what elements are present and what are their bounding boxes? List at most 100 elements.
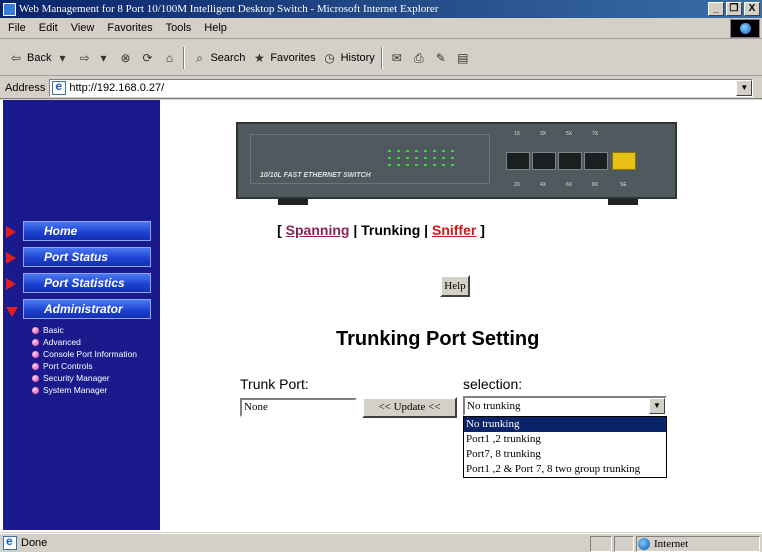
help-button[interactable]: Help (440, 275, 470, 297)
menu-favorites[interactable]: Favorites (107, 22, 152, 34)
page-icon (3, 534, 17, 550)
status-led (397, 164, 400, 166)
window-title: Web Management for 8 Port 10/100M Intell… (19, 3, 439, 15)
port-label: 7X (592, 131, 599, 137)
selection-select[interactable]: No trunking ▼ (463, 396, 667, 416)
favorites-button[interactable]: ★ Favorites (251, 50, 316, 66)
menu-help[interactable]: Help (204, 22, 227, 34)
forward-button[interactable]: ⇨ ▾ (76, 50, 111, 66)
tab-sniffer[interactable]: Sniffer (432, 222, 476, 238)
sidebar-sub-security-manager[interactable]: Security Manager (32, 372, 110, 384)
status-led (442, 150, 445, 152)
dropdown-arrow-icon: ▾ (100, 50, 107, 65)
sidebar-sub-system-manager[interactable]: System Manager (32, 384, 107, 396)
sidebar-item-port-status[interactable]: Port Status (6, 247, 158, 269)
port-label: 5X (566, 131, 573, 137)
search-icon: ⌕ (196, 50, 203, 65)
forward-arrow-icon: ⇨ (79, 50, 90, 65)
toolbar-separator (183, 46, 186, 69)
bracket-close: ] (480, 222, 485, 238)
stop-icon[interactable]: ⊗ (117, 50, 133, 66)
browser-toolbar: ⇦ Back ▾ ⇨ ▾ ⊗ ⟳ ⌂ ⌕ Search ★ Favorites ◷ Hist… (0, 40, 762, 76)
restore-button[interactable]: ❒ (726, 2, 742, 16)
sidebar-sub-console-port-information[interactable]: Console Port Information (32, 348, 137, 360)
device-foot (278, 199, 308, 205)
status-led (397, 157, 400, 159)
title-bar: Web Management for 8 Port 10/100M Intell… (0, 0, 762, 18)
status-led (433, 157, 436, 159)
switch-device-image: 10/10L FAST ETHERNET SWITCH 1X 3X 5X 7X … (236, 122, 677, 205)
option-port7-8-trunking[interactable]: Port7, 8 trunking (464, 447, 666, 462)
option-port1-2-trunking[interactable]: Port1 ,2 trunking (464, 432, 666, 447)
history-icon: ◷ (324, 50, 335, 65)
status-cell (590, 536, 612, 552)
history-button[interactable]: ◷ History (322, 50, 374, 66)
discuss-icon[interactable]: ▤ (455, 50, 471, 66)
status-led (388, 150, 391, 152)
trunk-port-label: Trunk Port: (240, 376, 309, 392)
sidebar-sub-basic[interactable]: Basic (32, 324, 64, 336)
page-icon (52, 79, 67, 95)
port-se (612, 152, 636, 170)
status-led (406, 157, 409, 159)
update-button[interactable]: << Update << (362, 397, 457, 418)
page-viewport: Home Port Status Port Statistics Adminis… (0, 100, 762, 532)
sub-label: Security Manager (43, 373, 110, 383)
favorites-icon: ★ (253, 50, 265, 65)
globe-icon (638, 538, 650, 550)
sidebar-item-port-statistics[interactable]: Port Statistics (6, 273, 158, 295)
search-button[interactable]: ⌕ Search (191, 50, 245, 66)
port-label: 2X (514, 182, 521, 188)
bullet-icon (32, 387, 39, 394)
status-led (415, 157, 418, 159)
bracket-open: [ (277, 222, 282, 238)
refresh-icon[interactable]: ⟳ (139, 50, 155, 66)
option-two-group-trunking[interactable]: Port1 ,2 & Port 7, 8 two group trunking (464, 462, 666, 477)
menu-file[interactable]: File (8, 22, 26, 34)
address-label: Address (5, 81, 46, 94)
sidebar-item-label: Port Statistics (23, 273, 151, 293)
favorites-label: Favorites (270, 51, 316, 64)
port-label: 6X (566, 182, 573, 188)
close-button[interactable]: X (744, 2, 760, 16)
address-url: http://192.168.0.27/ (69, 81, 165, 94)
menu-edit[interactable]: Edit (39, 22, 58, 34)
option-no-trunking[interactable]: No trunking (464, 417, 666, 432)
arrow-right-icon (6, 252, 16, 264)
trunk-port-field[interactable]: None (240, 398, 357, 417)
status-led (451, 164, 454, 166)
minimize-button[interactable]: _ (708, 2, 724, 16)
address-input[interactable]: http://192.168.0.27/ ▼ (49, 78, 754, 97)
back-button[interactable]: ⇦ Back ▾ (8, 50, 70, 66)
mail-icon[interactable]: ✉ (389, 50, 405, 66)
menu-bar: File Edit View Favorites Tools Help (0, 18, 762, 39)
port-label: 1X (514, 131, 521, 137)
zone-label: Internet (654, 538, 689, 550)
ie-logo-icon (730, 19, 760, 38)
tab-spanning[interactable]: Spanning (286, 222, 350, 238)
sub-label: Basic (43, 325, 64, 335)
sub-label: Port Controls (43, 361, 93, 371)
device-brand-label: 10/10L FAST ETHERNET SWITCH (260, 172, 371, 179)
port-5x (558, 152, 582, 170)
sub-label: System Manager (43, 385, 108, 395)
status-led (424, 164, 427, 166)
chevron-down-icon[interactable]: ▼ (736, 79, 753, 96)
port-label: 8X (592, 182, 599, 188)
sidebar-sub-advanced[interactable]: Advanced (32, 336, 81, 348)
home-icon[interactable]: ⌂ (161, 50, 177, 66)
status-led (433, 150, 436, 152)
print-icon[interactable]: ⎙ (411, 50, 427, 66)
menu-tools[interactable]: Tools (166, 22, 192, 34)
status-led (406, 164, 409, 166)
edit-icon[interactable]: ✎ (433, 50, 449, 66)
status-bar: Done Internet (0, 533, 762, 552)
sidebar-sub-port-controls[interactable]: Port Controls (32, 360, 93, 372)
menu-view[interactable]: View (71, 22, 95, 34)
port-label: 4X (540, 182, 547, 188)
tab-separator: | (353, 222, 358, 238)
chevron-down-icon[interactable]: ▼ (649, 398, 665, 414)
bullet-icon (32, 363, 39, 370)
sidebar-item-administrator[interactable]: Administrator (6, 299, 158, 321)
sidebar-item-label: Port Status (23, 247, 151, 267)
